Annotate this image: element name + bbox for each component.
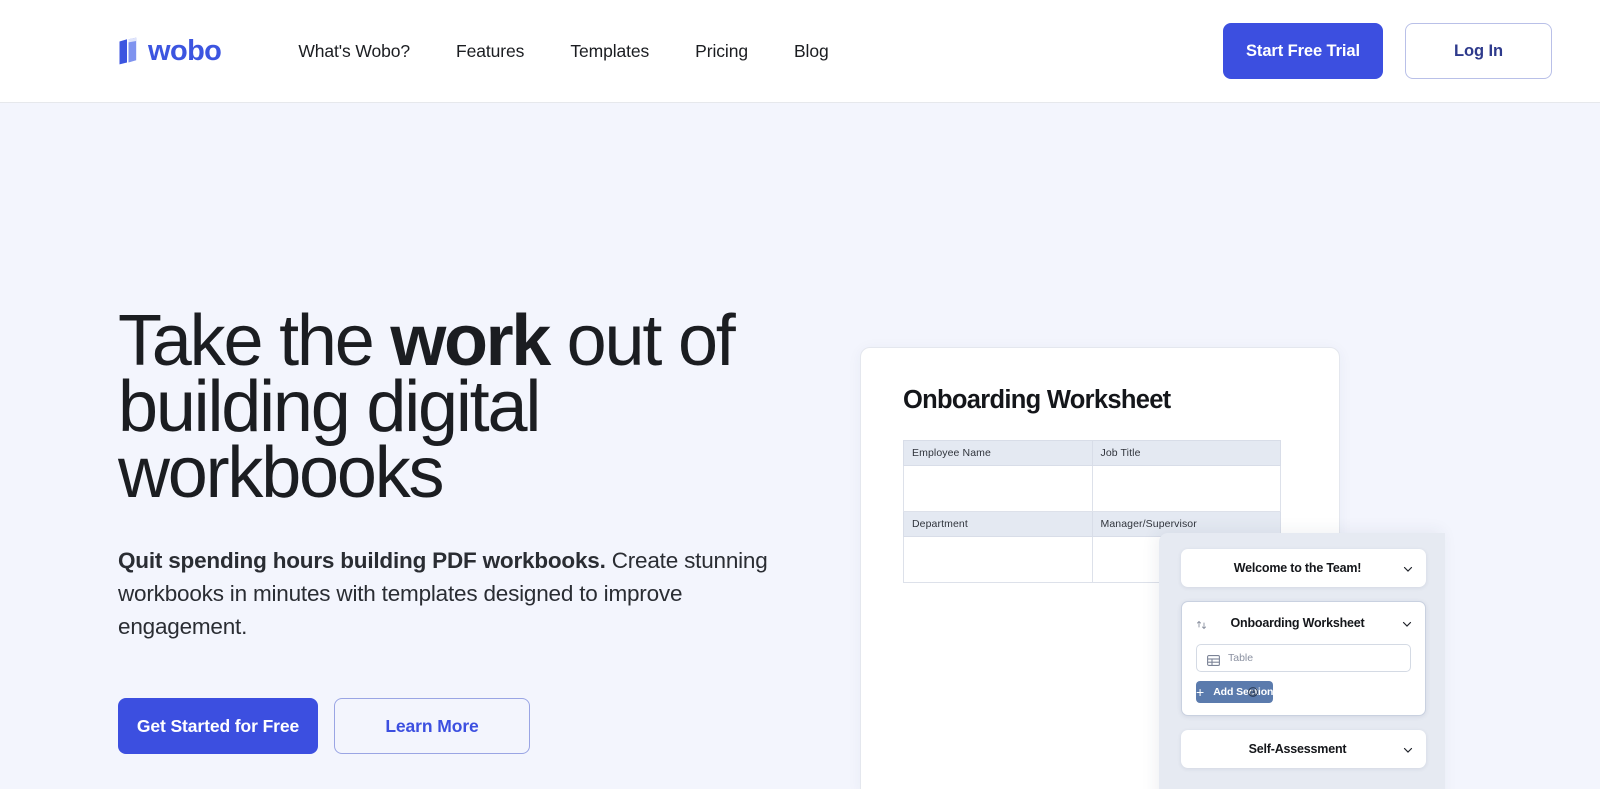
table-cell-job-title[interactable]	[1091, 465, 1281, 512]
logo[interactable]: wobo	[118, 34, 222, 68]
hero-subhead: Quit spending hours building PDF workboo…	[118, 544, 798, 643]
add-section-button[interactable]: + Add Section	[1196, 681, 1273, 703]
hero-section: Take the work out of building digital wo…	[0, 103, 1600, 789]
chevron-down-icon[interactable]	[1402, 562, 1414, 574]
section-onboarding-worksheet[interactable]: Onboarding Worksheet Table + Add Section	[1181, 601, 1426, 716]
log-in-button[interactable]: Log In	[1405, 23, 1552, 79]
page-title: Take the work out of building digital wo…	[118, 305, 838, 509]
hero-copy: Take the work out of building digital wo…	[118, 103, 838, 789]
table-field-label: Table	[1228, 652, 1254, 664]
section-title: Welcome to the Team!	[1233, 561, 1362, 575]
section-self-assessment[interactable]: Self-Assessment	[1181, 730, 1426, 768]
subhead-bold: Quit spending hours building PDF workboo…	[118, 548, 606, 573]
nav-item-templates[interactable]: Templates	[547, 41, 672, 62]
nav-item-features[interactable]: Features	[433, 41, 547, 62]
table-cell-employee-name[interactable]	[903, 465, 1093, 512]
chevron-down-icon[interactable]	[1402, 743, 1414, 755]
section-welcome-to-the-team[interactable]: Welcome to the Team!	[1181, 549, 1426, 587]
table-icon	[1207, 653, 1220, 666]
pointer-cursor-icon	[1247, 686, 1259, 698]
section-header[interactable]: Welcome to the Team!	[1181, 549, 1426, 587]
table-row	[903, 465, 1281, 512]
section-header[interactable]: Self-Assessment	[1181, 730, 1426, 768]
hero-cta-row: Get Started for Free Learn More	[118, 698, 838, 754]
worksheet-title: Onboarding Worksheet	[903, 386, 1171, 414]
nav-item-blog[interactable]: Blog	[771, 41, 852, 62]
book-icon	[118, 37, 138, 65]
table-block-field[interactable]: Table	[1196, 644, 1411, 672]
get-started-button[interactable]: Get Started for Free	[118, 698, 318, 754]
table-cell-department[interactable]	[903, 536, 1093, 583]
table-row: Employee Name Job Title	[903, 440, 1281, 466]
section-title: Onboarding Worksheet	[1230, 616, 1365, 630]
start-free-trial-button[interactable]: Start Free Trial	[1223, 23, 1383, 79]
chevron-down-icon[interactable]	[1401, 617, 1413, 629]
learn-more-button[interactable]: Learn More	[334, 698, 530, 754]
section-header[interactable]: Onboarding Worksheet	[1182, 602, 1425, 644]
main-nav: What's Wobo? Features Templates Pricing …	[278, 41, 851, 62]
nav-item-pricing[interactable]: Pricing	[672, 41, 771, 62]
header-actions: Start Free Trial Log In	[1223, 23, 1552, 79]
table-header-job-title: Job Title	[1091, 440, 1281, 466]
section-title: Self-Assessment	[1248, 742, 1347, 756]
plus-icon: +	[1196, 684, 1205, 700]
site-header: wobo What's Wobo? Features Templates Pri…	[0, 0, 1600, 103]
editor-panel: Welcome to the Team! Onboarding Workshee…	[1159, 533, 1445, 789]
sort-updown-icon[interactable]	[1196, 618, 1207, 630]
table-header-employee-name: Employee Name	[903, 440, 1093, 466]
add-section-label: Add Section	[1213, 686, 1274, 698]
logo-text: wobo	[148, 34, 222, 67]
nav-item-whats-wobo[interactable]: What's Wobo?	[278, 41, 433, 62]
table-header-department: Department	[903, 511, 1093, 537]
